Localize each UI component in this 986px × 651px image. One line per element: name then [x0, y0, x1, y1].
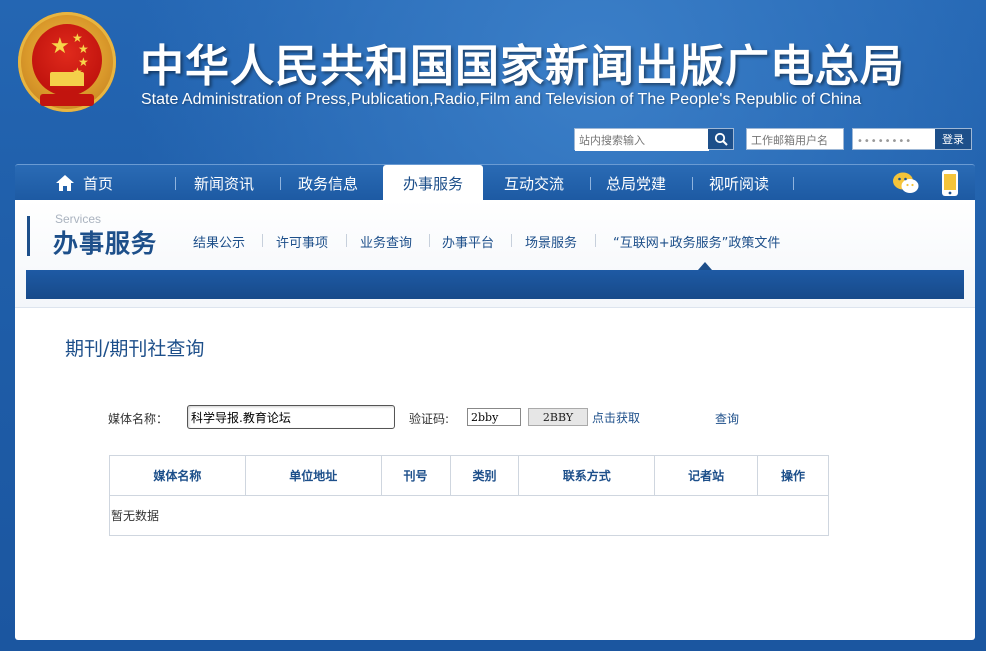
section-marker: [27, 216, 30, 256]
subnav-results[interactable]: 结果公示: [193, 232, 245, 251]
nav-label: 总局党建: [606, 174, 667, 193]
nav-label: 首页: [83, 174, 114, 193]
col-category: 类别: [449, 455, 520, 496]
subnav-permits[interactable]: 许可事项: [276, 232, 328, 251]
search-button[interactable]: [708, 129, 733, 149]
empty-message: 暂无数据: [109, 495, 829, 536]
nav-label: 政务信息: [298, 174, 359, 193]
refresh-captcha-link[interactable]: 点击获取: [592, 409, 640, 426]
site-search-box: [574, 128, 734, 151]
nav-label: 办事服务: [402, 174, 463, 193]
nav-services[interactable]: 办事服务: [383, 165, 483, 201]
col-actions: 操作: [757, 455, 829, 496]
nav-home[interactable]: 首页: [55, 165, 113, 201]
password-box: 登录: [852, 128, 972, 152]
subnav-business-query[interactable]: 业务查询: [360, 232, 412, 251]
subnav-platform[interactable]: 办事平台: [442, 232, 494, 251]
services-header: Services 办事服务 结果公示 许可事项 业务查询 办事平台 场景服务 “…: [15, 200, 975, 308]
captcha-image: 2BBY: [528, 408, 588, 426]
mail-username-box: [746, 128, 844, 151]
nav-interaction[interactable]: 互动交流: [504, 165, 564, 201]
col-reporter-station: 记者站: [654, 455, 759, 496]
search-icon: [714, 132, 728, 146]
nav-label: 视听阅读: [709, 174, 770, 193]
active-pointer: [698, 262, 712, 270]
site-subtitle: State Administration of Press,Publicatio…: [141, 91, 862, 108]
login-button[interactable]: 登录: [935, 129, 971, 149]
col-contact: 联系方式: [518, 455, 656, 496]
media-name-input[interactable]: 科学导报.教育论坛: [187, 405, 395, 429]
nav-news[interactable]: 新闻资讯: [194, 165, 254, 201]
nav-gov-info[interactable]: 政务信息: [298, 165, 358, 201]
site-search-input[interactable]: [575, 130, 709, 151]
nav-label: 新闻资讯: [194, 174, 255, 193]
home-icon: [56, 175, 74, 191]
subnav-scenario[interactable]: 场景服务: [525, 232, 577, 251]
nav-audiovisual[interactable]: 视听阅读: [709, 165, 769, 201]
site-title: 中华人民共和国国家新闻出版广电总局: [140, 41, 905, 92]
nav-label: 互动交流: [504, 174, 565, 193]
results-table: 媒体名称 单位地址 刊号 类别 联系方式 记者站 操作 暂无数据: [109, 455, 829, 536]
wechat-icon[interactable]: [892, 170, 920, 196]
password-input[interactable]: [853, 131, 933, 152]
services-title: 办事服务: [53, 229, 158, 258]
subnav-policy-docs[interactable]: “互联网+政务服务”政策文件: [613, 232, 780, 251]
col-media-name: 媒体名称: [109, 455, 246, 496]
page-title: 期刊/期刊社查询: [65, 338, 205, 360]
col-issue-number: 刊号: [380, 455, 451, 496]
main-nav: 首页 新闻资讯 政务信息 办事服务 互动交流 总局党建 视听阅读: [15, 164, 975, 201]
col-address: 单位地址: [244, 455, 382, 496]
main-panel: Services 办事服务 结果公示 许可事项 业务查询 办事平台 场景服务 “…: [15, 200, 975, 640]
captcha-label: 验证码:: [409, 412, 450, 426]
site-header: ★ ★ ★ ★ ★ 中华人民共和国国家新闻出版广电总局 State Admini…: [0, 0, 986, 160]
table-row: 暂无数据: [109, 495, 829, 536]
table-header-row: 媒体名称 单位地址 刊号 类别 联系方式 记者站 操作: [109, 455, 829, 496]
mail-username-input[interactable]: [747, 130, 843, 151]
mobile-phone-icon[interactable]: [941, 169, 959, 197]
national-emblem-logo: ★ ★ ★ ★ ★: [18, 12, 116, 112]
nav-party[interactable]: 总局党建: [606, 165, 666, 201]
captcha-input[interactable]: 2bby: [467, 408, 521, 426]
services-banner-strip: [26, 270, 964, 299]
media-name-label: 媒体名称：: [108, 412, 169, 426]
search-link[interactable]: 查询: [715, 410, 739, 427]
